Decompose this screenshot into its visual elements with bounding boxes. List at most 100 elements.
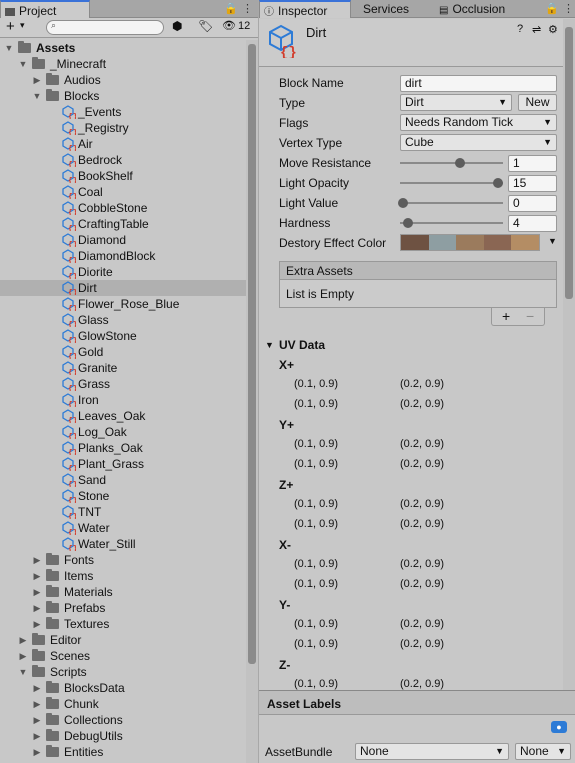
tree-folder[interactable]: ▶ Audios: [0, 72, 246, 88]
chevron-right-icon[interactable]: ▶: [32, 680, 42, 696]
create-button[interactable]: +: [6, 18, 15, 36]
filter-by-type-icon[interactable]: ⬢: [172, 19, 182, 33]
block-name-field[interactable]: dirt: [400, 75, 557, 92]
hardness-slider[interactable]: [400, 222, 503, 224]
lock-icon[interactable]: 🔒: [224, 2, 238, 15]
gear-icon[interactable]: ⚙: [548, 23, 558, 36]
inspector-scrollbar[interactable]: [563, 19, 575, 690]
tree-item[interactable]: {}Granite: [0, 360, 246, 376]
type-dropdown[interactable]: Dirt ▼: [400, 94, 512, 111]
filter-by-label-icon[interactable]: 🏷: [198, 19, 213, 33]
menu-icon[interactable]: ⋮: [242, 2, 253, 15]
chevron-right-icon[interactable]: ▶: [32, 552, 42, 568]
light-opacity-field[interactable]: 15: [508, 175, 557, 192]
tree-item[interactable]: {}Water: [0, 520, 246, 536]
move-resistance-slider-knob[interactable]: [454, 158, 465, 168]
tab-inspector[interactable]: ⓘ Inspector: [259, 0, 351, 18]
search-input[interactable]: [61, 21, 161, 34]
remove-element-button[interactable]: −: [526, 308, 534, 324]
tree-item[interactable]: {}BookShelf: [0, 168, 246, 184]
tree-item[interactable]: {}Planks_Oak: [0, 440, 246, 456]
tree-item[interactable]: {}DiamondBlock: [0, 248, 246, 264]
light-value-slider[interactable]: [400, 202, 503, 204]
tree-item[interactable]: {}_Registry: [0, 120, 246, 136]
add-element-button[interactable]: +: [502, 308, 510, 324]
tree-item[interactable]: {}Grass: [0, 376, 246, 392]
tree-item[interactable]: {}Coal: [0, 184, 246, 200]
help-icon[interactable]: ?: [517, 23, 523, 35]
tree-item[interactable]: {}Dirt: [0, 280, 246, 296]
tree-item[interactable]: {}Glass: [0, 312, 246, 328]
menu-icon[interactable]: ⋮: [563, 2, 574, 15]
tree-item[interactable]: {}_Events: [0, 104, 246, 120]
light-value-field[interactable]: 0: [508, 195, 557, 212]
uv-data-header[interactable]: UV Data: [279, 338, 325, 352]
tree-item[interactable]: {}Diorite: [0, 264, 246, 280]
tree-folder[interactable]: ▶ Textures: [0, 616, 246, 632]
tree-item[interactable]: {}Gold: [0, 344, 246, 360]
tree-folder[interactable]: ▼ Scripts: [0, 664, 246, 680]
chevron-right-icon[interactable]: ▶: [32, 696, 42, 712]
create-dropdown-icon[interactable]: ▾: [20, 20, 25, 31]
project-scrollbar[interactable]: [246, 40, 258, 763]
tree-item[interactable]: {}Stone: [0, 488, 246, 504]
chevron-down-icon[interactable]: ▼: [548, 236, 557, 246]
tree-folder[interactable]: ▶ Scenes: [0, 648, 246, 664]
chevron-right-icon[interactable]: ▶: [32, 744, 42, 760]
hardness-field[interactable]: 4: [508, 215, 557, 232]
chevron-right-icon[interactable]: ▶: [18, 632, 28, 648]
tree-item[interactable]: {}Iron: [0, 392, 246, 408]
asset-bundle-dropdown[interactable]: None ▼: [355, 743, 509, 760]
flags-dropdown[interactable]: Needs Random Tick ▼: [400, 114, 557, 131]
tree-folder[interactable]: ▼ _Minecraft: [0, 56, 246, 72]
tree-item[interactable]: {}CobbleStone: [0, 200, 246, 216]
light-value-slider-knob[interactable]: [398, 198, 409, 208]
hidden-packages-icon[interactable]: 👁: [222, 19, 236, 32]
new-button[interactable]: New: [518, 94, 557, 111]
chevron-right-icon[interactable]: ▶: [32, 712, 42, 728]
tree-folder[interactable]: ▶ Prefabs: [0, 600, 246, 616]
chevron-right-icon[interactable]: ▶: [32, 584, 42, 600]
tree-item[interactable]: {}CraftingTable: [0, 216, 246, 232]
inspector-scrollbar-thumb[interactable]: [565, 27, 573, 299]
tree-item[interactable]: {}Sand: [0, 472, 246, 488]
tree-folder[interactable]: ▶ BlocksData: [0, 680, 246, 696]
tree-folder[interactable]: ▶ DebugUtils: [0, 728, 246, 744]
hardness-slider-knob[interactable]: [403, 218, 414, 228]
tree-item[interactable]: {}Water_Still: [0, 536, 246, 552]
light-opacity-slider-knob[interactable]: [492, 178, 503, 188]
tree-item[interactable]: {}Flower_Rose_Blue: [0, 296, 246, 312]
chevron-down-icon[interactable]: ▼: [18, 56, 28, 72]
tree-item[interactable]: {}GlowStone: [0, 328, 246, 344]
tree-item[interactable]: {}Leaves_Oak: [0, 408, 246, 424]
destroy-color-gradient[interactable]: [400, 234, 540, 251]
chevron-right-icon[interactable]: ▶: [32, 728, 42, 744]
vertex-type-dropdown[interactable]: Cube ▼: [400, 134, 557, 151]
tree-folder[interactable]: ▶ Editor: [0, 632, 246, 648]
tree-folder[interactable]: ▼ Assets: [0, 40, 246, 56]
chevron-down-icon[interactable]: ▼: [18, 664, 28, 680]
tree-folder[interactable]: ▼ Blocks: [0, 88, 246, 104]
tree-item[interactable]: {}Diamond: [0, 232, 246, 248]
lock-icon[interactable]: 🔒: [545, 2, 559, 15]
tree-item[interactable]: {}Bedrock: [0, 152, 246, 168]
chevron-right-icon[interactable]: ▶: [32, 600, 42, 616]
tree-folder[interactable]: ▶ Items: [0, 568, 246, 584]
tree-item[interactable]: {}Log_Oak: [0, 424, 246, 440]
tab-services[interactable]: Services: [359, 0, 431, 18]
asset-bundle-variant-dropdown[interactable]: None ▼: [515, 743, 571, 760]
chevron-right-icon[interactable]: ▶: [32, 72, 42, 88]
label-tag-icon[interactable]: ●: [551, 721, 567, 733]
tree-item[interactable]: {}Air: [0, 136, 246, 152]
move-resistance-field[interactable]: 1: [508, 155, 557, 172]
chevron-down-icon[interactable]: ▼: [32, 88, 42, 104]
presets-icon[interactable]: ⇌: [532, 23, 541, 36]
tree-folder[interactable]: ▶ Chunk: [0, 696, 246, 712]
tree-item[interactable]: {}Plant_Grass: [0, 456, 246, 472]
uv-data-foldout-arrow[interactable]: ▼: [265, 340, 274, 350]
tab-occlusion[interactable]: ▤ Occlusion: [435, 0, 535, 18]
search-field[interactable]: ⌕: [46, 20, 164, 35]
tree-folder[interactable]: ▶ Collections: [0, 712, 246, 728]
tree-folder[interactable]: ▶ Entities: [0, 744, 246, 760]
tree-item[interactable]: {}TNT: [0, 504, 246, 520]
